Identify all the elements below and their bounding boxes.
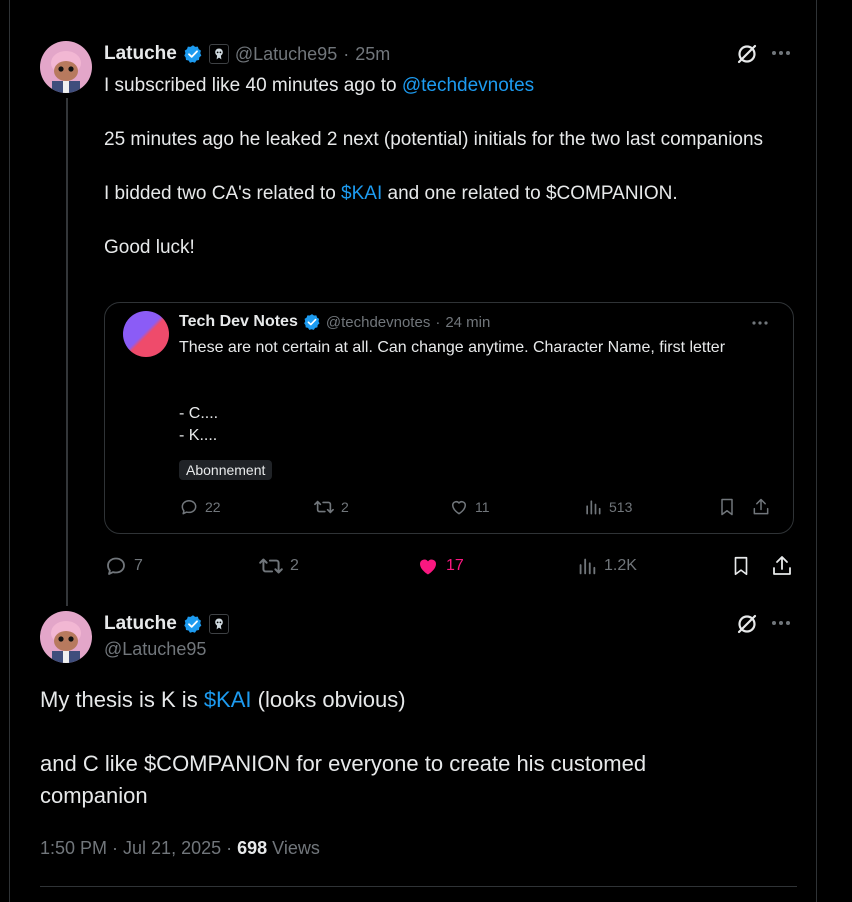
separator: · bbox=[343, 43, 350, 64]
views-count: 513 bbox=[609, 499, 633, 515]
repost-icon bbox=[259, 558, 283, 574]
quote-like-button[interactable]: 11 bbox=[449, 497, 490, 517]
verified-badge-icon bbox=[184, 615, 202, 633]
share-button[interactable] bbox=[770, 554, 794, 578]
main-tweet-text: My thesis is K is $KAI (looks obvious) a… bbox=[40, 684, 780, 812]
analytics-icon bbox=[579, 558, 596, 575]
reply-count: 22 bbox=[205, 499, 221, 515]
share-icon bbox=[753, 498, 769, 515]
grok-icon[interactable] bbox=[735, 42, 759, 71]
text-segment: (looks obvious) bbox=[251, 687, 406, 712]
tweet-timestamp[interactable]: 1:50 PM · Jul 21, 2025 · bbox=[40, 838, 237, 858]
repost-count: 2 bbox=[341, 499, 349, 515]
more-options-icon[interactable] bbox=[770, 46, 792, 65]
tweet-paragraph-4: Good luck! bbox=[104, 237, 195, 258]
subscription-badge: Abonnement bbox=[179, 460, 273, 480]
avatar[interactable] bbox=[40, 611, 92, 663]
quote-text: These are not certain at all. Can change… bbox=[179, 339, 726, 356]
like-count: 11 bbox=[475, 499, 490, 515]
views-count: 698 bbox=[237, 838, 268, 858]
reply-icon bbox=[181, 500, 197, 515]
main-tweet-paragraph-2: and C like $COMPANION for everyone to cr… bbox=[40, 751, 647, 808]
quote-header: Tech Dev Notes @techdevnotes · 24 min bbox=[179, 311, 490, 333]
reply-icon bbox=[107, 557, 125, 575]
tweet-header: Latuche @Latuche95 · 25m bbox=[104, 41, 390, 67]
quote-bookmark-button[interactable] bbox=[717, 497, 737, 517]
affiliate-badge-icon bbox=[208, 44, 229, 64]
quote-author-handle[interactable]: @techdevnotes bbox=[326, 314, 430, 331]
repost-button[interactable]: 2 bbox=[258, 554, 299, 578]
more-options-icon[interactable] bbox=[751, 315, 769, 333]
bookmark-button[interactable] bbox=[730, 554, 752, 578]
bookmark-icon bbox=[721, 498, 733, 516]
quote-time[interactable]: 24 min bbox=[445, 314, 490, 331]
cashtag-link[interactable]: $KAI bbox=[204, 687, 252, 712]
author-name[interactable]: Latuche bbox=[104, 43, 177, 65]
text-segment: I bidded two CA's related to bbox=[104, 183, 342, 204]
bookmark-icon bbox=[734, 556, 748, 576]
author-handle[interactable]: @Latuche95 bbox=[104, 639, 206, 660]
column-border-right bbox=[816, 0, 817, 902]
tweet-paragraph-2: 25 minutes ago he leaked 2 next (potenti… bbox=[104, 129, 764, 150]
verified-badge-icon bbox=[304, 314, 320, 330]
reply-count: 7 bbox=[134, 557, 143, 574]
quoted-tweet[interactable]: Tech Dev Notes @techdevnotes · 24 min Th… bbox=[104, 302, 794, 534]
heart-filled-icon bbox=[420, 559, 436, 575]
tweet-text: I subscribed like 40 minutes ago to @tec… bbox=[104, 72, 784, 261]
separator: · bbox=[435, 313, 441, 331]
column-border-left bbox=[9, 0, 10, 902]
repost-count: 2 bbox=[290, 557, 299, 574]
author-handle[interactable]: @Latuche95 bbox=[235, 44, 337, 65]
verified-badge-icon bbox=[184, 45, 202, 63]
tweet-line-1: I subscribed like 40 minutes ago to @tec… bbox=[104, 72, 784, 99]
divider bbox=[40, 886, 797, 887]
quote-views-button[interactable]: 513 bbox=[583, 497, 632, 517]
views-button[interactable]: 1.2K bbox=[576, 554, 637, 578]
quote-item-1: - C.... bbox=[179, 405, 219, 422]
more-options-icon[interactable] bbox=[770, 616, 792, 635]
tweet-time[interactable]: 25m bbox=[355, 44, 390, 65]
quote-repost-button[interactable]: 2 bbox=[313, 497, 349, 517]
reply-button[interactable]: 7 bbox=[104, 554, 143, 578]
quote-item-2: - K.... bbox=[179, 427, 218, 444]
heart-icon bbox=[452, 501, 466, 515]
like-button[interactable]: 17 bbox=[416, 554, 464, 578]
quote-avatar[interactable] bbox=[123, 311, 169, 357]
views-count: 1.2K bbox=[604, 557, 637, 574]
quote-author-name[interactable]: Tech Dev Notes bbox=[179, 313, 298, 331]
share-icon bbox=[773, 556, 791, 575]
text-segment: My thesis is K is bbox=[40, 687, 204, 712]
avatar[interactable] bbox=[40, 41, 92, 93]
quote-reply-button[interactable]: 22 bbox=[179, 497, 221, 517]
thread-line bbox=[66, 98, 68, 606]
text-segment: and one related to $COMPANION. bbox=[382, 183, 678, 204]
author-name[interactable]: Latuche bbox=[104, 613, 177, 635]
affiliate-badge-icon bbox=[208, 614, 229, 634]
views-label: Views bbox=[267, 838, 320, 858]
tweet-header: Latuche bbox=[104, 611, 229, 637]
grok-icon[interactable] bbox=[735, 612, 759, 641]
analytics-icon bbox=[586, 500, 601, 515]
text-segment: I subscribed like 40 minutes ago to bbox=[104, 75, 402, 96]
repost-icon bbox=[314, 500, 334, 514]
quote-share-button[interactable] bbox=[751, 497, 771, 517]
like-count: 17 bbox=[446, 557, 464, 574]
tweet-meta: 1:50 PM · Jul 21, 2025 · 698 Views bbox=[40, 838, 320, 859]
mention-link[interactable]: @techdevnotes bbox=[402, 75, 534, 96]
cashtag-link[interactable]: $KAI bbox=[341, 183, 382, 204]
main-tweet-line-1: My thesis is K is $KAI (looks obvious) bbox=[40, 684, 780, 716]
tweet-paragraph-3: I bidded two CA's related to $KAI and on… bbox=[104, 180, 784, 207]
